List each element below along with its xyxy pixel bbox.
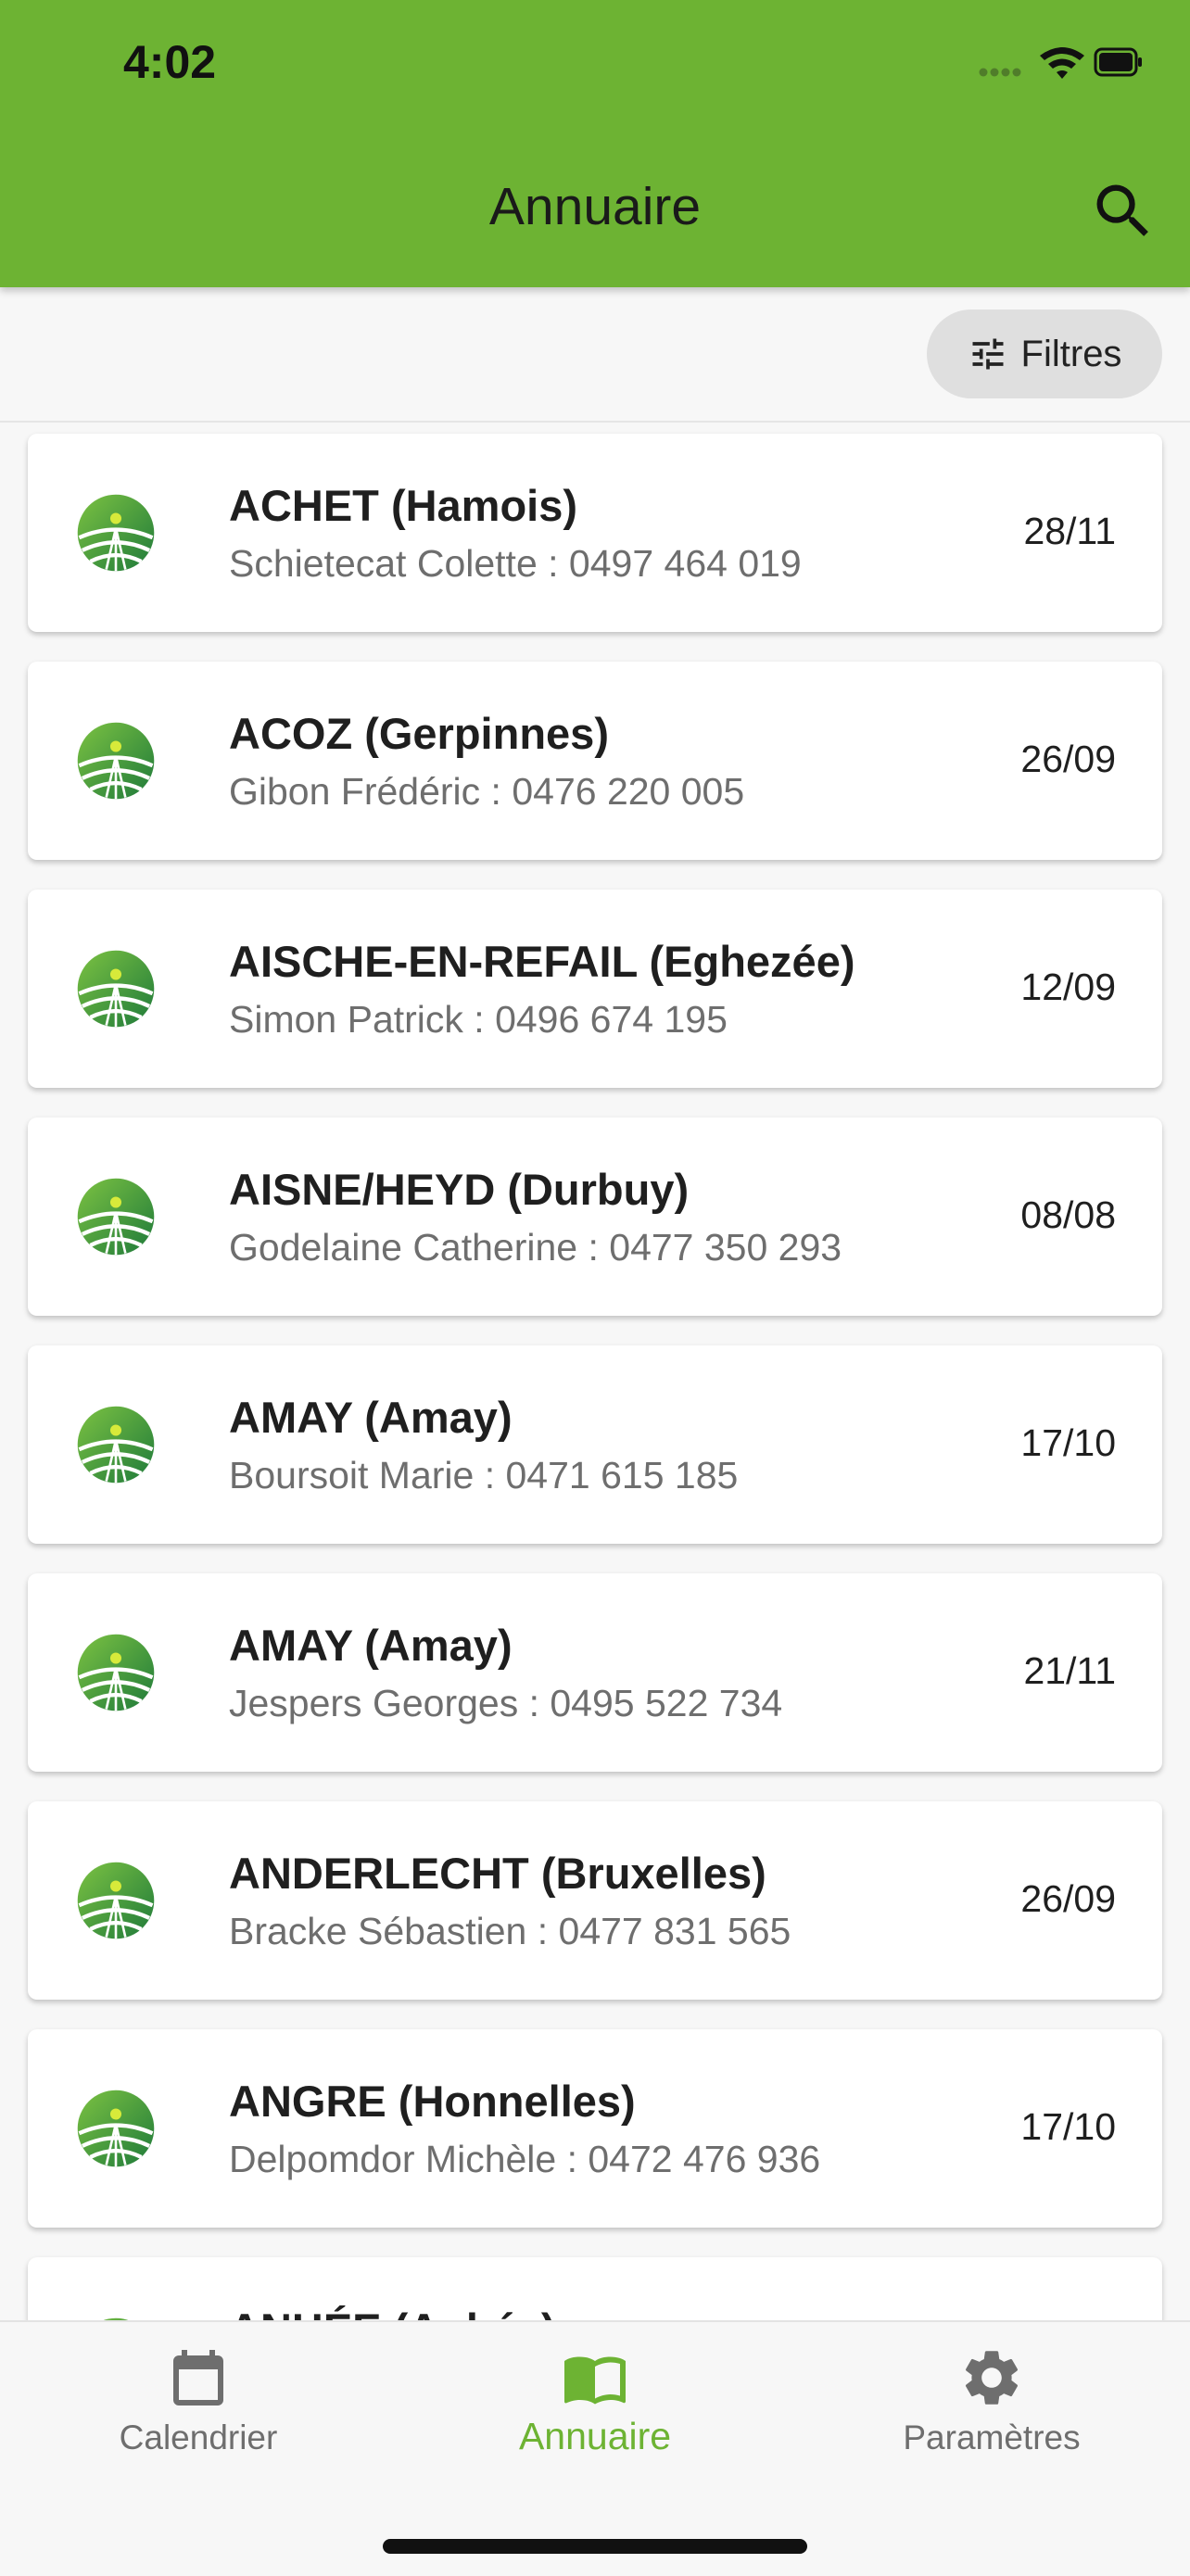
entry-contact: Jespers Georges : 0495 522 734 <box>229 1682 783 1724</box>
signal-wifi-battery-icon <box>979 47 1142 79</box>
tune-icon <box>972 338 1004 370</box>
directory-entry[interactable]: ANGRE (Honnelles) Delpomdor Michèle : 04… <box>28 2029 1162 2228</box>
directory-entry[interactable]: AISNE/HEYD (Durbuy) Godelaine Catherine … <box>28 1118 1162 1316</box>
nav-item-calendrier[interactable]: Calendrier <box>0 2322 397 2489</box>
bottom-navigation: Calendrier Annuaire Paramètres <box>0 2320 1190 2576</box>
entry-contact: Simon Patrick : 0496 674 195 <box>229 998 728 1041</box>
filters-button[interactable]: Filtres <box>927 309 1162 398</box>
entry-date: 28/11 <box>1023 510 1116 552</box>
gear-icon <box>965 2351 1019 2405</box>
entry-name: ANHÉE (Anhée) <box>229 2304 556 2322</box>
entry-name: ACOZ (Gerpinnes) <box>229 709 609 758</box>
entry-date: 17/10 <box>1020 2105 1116 2148</box>
entry-date: 26/09 <box>1020 1877 1116 1920</box>
entry-name: ANGRE (Honnelles) <box>229 2077 636 2126</box>
entry-date: 12/09 <box>1020 966 1116 1008</box>
directory-entry[interactable]: AMAY (Amay) Boursoit Marie : 0471 615 18… <box>28 1345 1162 1544</box>
page-title: Annuaire <box>488 177 702 236</box>
entry-date: 21/11 <box>1023 1649 1116 1692</box>
entry-contact: Gibon Frédéric : 0476 220 005 <box>229 770 745 813</box>
entry-contact: Delpomdor Michèle : 0472 476 936 <box>229 2138 821 2180</box>
nav-item-parametres[interactable]: Paramètres <box>793 2322 1190 2489</box>
search-icon <box>1096 184 1148 236</box>
nav-item-annuaire[interactable]: Annuaire <box>397 2322 793 2489</box>
filters-label: Filtres <box>1020 333 1122 374</box>
organization-logo-icon <box>77 1406 155 1484</box>
entry-date: 26/09 <box>1020 738 1116 780</box>
directory-entry[interactable]: ACHET (Hamois) Schietecat Colette : 0497… <box>28 434 1162 632</box>
entry-date: 17/10 <box>1020 1421 1116 1464</box>
entry-name: ANDERLECHT (Bruxelles) <box>229 1849 766 1898</box>
directory-entry[interactable]: ACOZ (Gerpinnes) Gibon Frédéric : 0476 2… <box>28 662 1162 860</box>
directory-entry[interactable]: ANDERLECHT (Bruxelles) Bracke Sébastien … <box>28 1801 1162 2000</box>
organization-logo-icon <box>77 1862 155 1939</box>
directory-entry[interactable]: ANHÉE (Anhée) <box>28 2257 1162 2322</box>
filter-bar: Filtres <box>0 287 1190 423</box>
organization-logo-icon <box>77 2090 155 2167</box>
calendar-icon <box>173 2350 223 2406</box>
entry-date: 08/08 <box>1020 1193 1116 1236</box>
entry-name: ACHET (Hamois) <box>229 481 578 530</box>
status-time: 4:02 <box>123 36 217 88</box>
entry-name: AMAY (Amay) <box>229 1621 513 1670</box>
directory-entry[interactable]: AMAY (Amay) Jespers Georges : 0495 522 7… <box>28 1573 1162 1772</box>
nav-label-calendrier: Calendrier <box>119 2418 278 2456</box>
organization-logo-icon <box>77 1634 155 1711</box>
entry-contact: Godelaine Catherine : 0477 350 293 <box>229 1226 842 1269</box>
organization-logo-icon <box>77 722 155 800</box>
nav-label-annuaire: Annuaire <box>518 2415 672 2457</box>
organization-logo-icon <box>77 950 155 1028</box>
entry-name: AISCHE-EN-REFAIL (Eghezée) <box>229 937 855 986</box>
directory-list[interactable]: ACHET (Hamois) Schietecat Colette : 0497… <box>0 423 1190 2322</box>
entry-name: AISNE/HEYD (Durbuy) <box>229 1165 690 1214</box>
entry-contact: Schietecat Colette : 0497 464 019 <box>229 542 802 585</box>
home-indicator <box>383 2539 807 2554</box>
entry-name: AMAY (Amay) <box>229 1393 513 1442</box>
app-bar: 4:02 Annuaire <box>0 0 1190 287</box>
book-icon <box>564 2356 626 2405</box>
entry-contact: Bracke Sébastien : 0477 831 565 <box>229 1910 791 1952</box>
organization-logo-icon <box>77 494 155 572</box>
directory-entry[interactable]: AISCHE-EN-REFAIL (Eghezée) Simon Patrick… <box>28 890 1162 1088</box>
status-icons <box>866 41 1144 87</box>
entry-contact: Boursoit Marie : 0471 615 185 <box>229 1454 739 1496</box>
nav-label-parametres: Paramètres <box>903 2418 1081 2456</box>
search-button[interactable] <box>1088 176 1158 246</box>
organization-logo-icon <box>77 1178 155 1256</box>
